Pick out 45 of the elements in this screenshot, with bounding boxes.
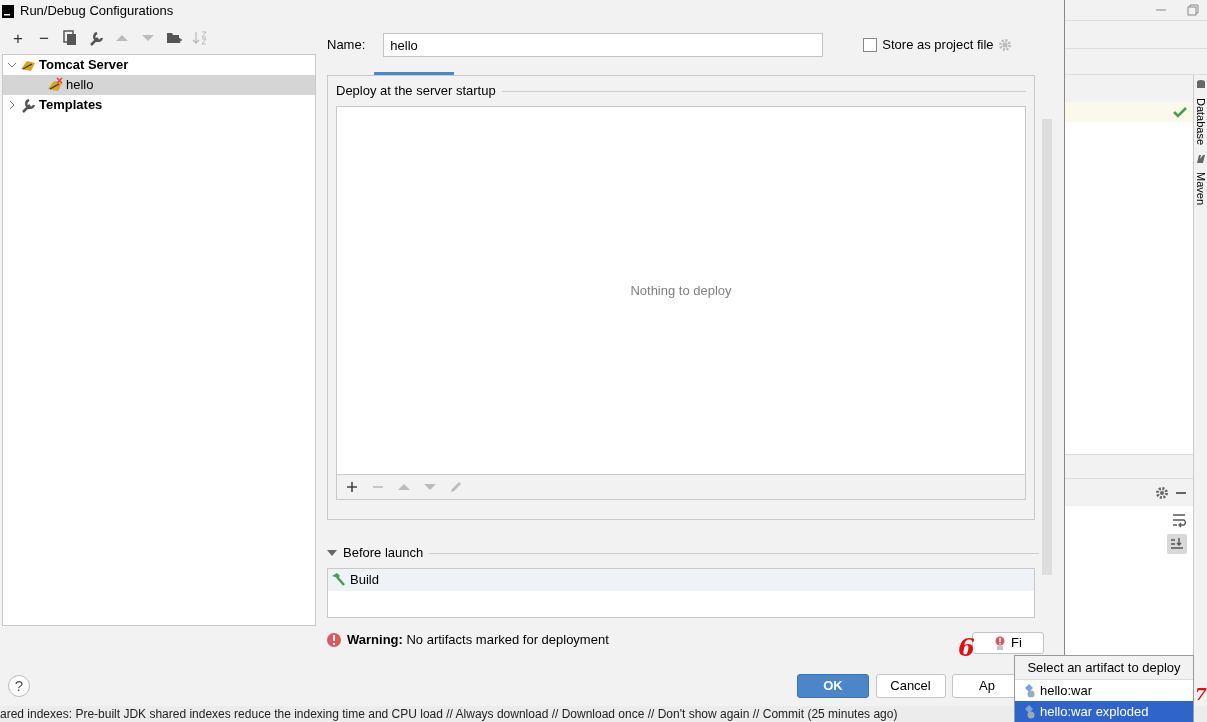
annotation-mark: 6 bbox=[958, 636, 975, 660]
add-button[interactable]: + bbox=[8, 28, 28, 48]
scroll-to-end-icon[interactable] bbox=[1167, 534, 1187, 554]
copy-icon[interactable] bbox=[62, 30, 78, 46]
tree-item[interactable]: Templates bbox=[3, 95, 315, 115]
soft-wrap-icon[interactable] bbox=[1171, 512, 1187, 528]
error-icon bbox=[327, 633, 341, 647]
remove-button[interactable]: − bbox=[34, 28, 54, 48]
maven-icon[interactable] bbox=[1195, 153, 1206, 165]
database-icon[interactable] bbox=[1195, 79, 1206, 90]
popup-title: Select an artifact to deploy bbox=[1015, 656, 1193, 680]
app-icon bbox=[2, 4, 14, 18]
wrench-icon[interactable] bbox=[88, 30, 104, 46]
check-icon bbox=[1173, 106, 1187, 118]
add-icon[interactable] bbox=[346, 481, 358, 493]
wrench-icon bbox=[20, 97, 36, 113]
hammer-icon bbox=[330, 572, 346, 588]
chevron-down-icon[interactable] bbox=[7, 60, 17, 70]
tree-item[interactable]: Tomcat Server bbox=[3, 55, 315, 75]
side-tab[interactable]: Maven bbox=[1194, 172, 1207, 206]
window-title: Run/Debug Configurations bbox=[20, 2, 174, 21]
section-title: Deploy at the server startup bbox=[336, 82, 496, 101]
settings-icon[interactable] bbox=[1154, 485, 1169, 500]
tomcat-icon bbox=[47, 77, 63, 93]
side-tab[interactable]: Database bbox=[1194, 98, 1207, 146]
warning-text: Warning: No artifacts marked for deployment bbox=[347, 631, 609, 650]
dialog-button[interactable]: Cancel bbox=[875, 674, 946, 698]
tree-item[interactable]: hello bbox=[3, 75, 315, 95]
help-button[interactable]: ? bbox=[8, 675, 30, 697]
restore-icon[interactable] bbox=[1187, 4, 1199, 16]
checkbox-label: Store as project file bbox=[882, 36, 994, 55]
name-label: Name: bbox=[327, 36, 366, 55]
name-field[interactable]: hello bbox=[383, 33, 824, 57]
settings-icon bbox=[997, 38, 1012, 52]
folder-add-icon[interactable] bbox=[166, 30, 182, 46]
ok-button[interactable]: OK bbox=[797, 674, 869, 698]
chevron-right-icon[interactable] bbox=[7, 100, 17, 110]
popup-item[interactable]: hello:war exploded bbox=[1015, 701, 1193, 722]
annotation-mark: 7 bbox=[1195, 686, 1207, 703]
bulb-alert-icon bbox=[995, 636, 1005, 650]
task-item[interactable]: Build bbox=[328, 569, 1034, 591]
section-title: Before launch bbox=[343, 544, 424, 563]
empty-text: Nothing to deploy bbox=[630, 281, 732, 300]
triangle-down-icon[interactable] bbox=[327, 548, 337, 558]
checkbox[interactable] bbox=[863, 38, 878, 52]
